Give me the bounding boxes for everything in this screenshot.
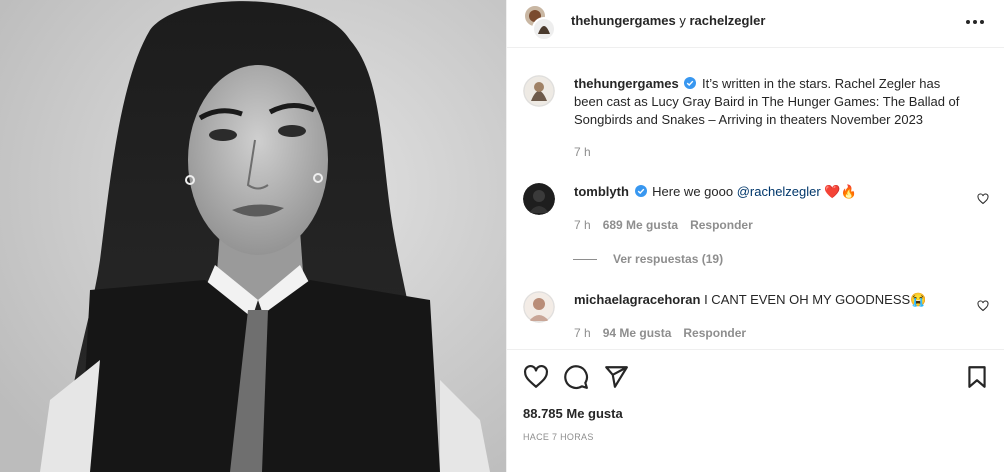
mention-link[interactable]: @rachelzegler — [737, 184, 821, 199]
comment-username[interactable]: tomblyth — [574, 184, 629, 199]
caption-text: thehungergames It’s written in the stars… — [574, 75, 961, 129]
comment-like-heart-icon[interactable] — [977, 193, 989, 205]
comment-time[interactable]: 7 h — [574, 218, 591, 232]
post-header: thehungergames y rachelzegler — [507, 0, 1004, 48]
post-actions: 88.785 Me gusta HACE 7 HORAS — [507, 349, 1004, 472]
authors-conjunction: y — [679, 13, 686, 28]
comment-meta: 7 h 94 Me gusta Responder — [574, 326, 746, 340]
portrait-photo — [0, 0, 506, 472]
author-username-1[interactable]: thehungergames — [571, 13, 676, 28]
post-photo[interactable] — [0, 0, 506, 472]
post-likes-count[interactable]: 88.785 Me gusta — [523, 406, 623, 421]
caption-username[interactable]: thehungergames — [574, 76, 679, 91]
comment-avatar[interactable] — [523, 183, 555, 215]
post-timestamp[interactable]: HACE 7 HORAS — [523, 432, 594, 442]
comment-avatar[interactable] — [523, 291, 555, 323]
comment-emoji: 😭 — [910, 292, 927, 307]
bookmark-icon[interactable] — [964, 364, 990, 390]
author-username-2[interactable]: rachelzegler — [690, 13, 766, 28]
post-detail-panel: thehungergames y rachelzegler thehungerg… — [506, 0, 1004, 472]
reply-button[interactable]: Responder — [683, 326, 746, 340]
view-replies-button[interactable]: Ver respuestas (19) — [573, 252, 723, 266]
verified-badge-icon — [634, 185, 647, 197]
comment-emoji: ❤️🔥 — [824, 184, 857, 199]
comment-likes[interactable]: 689 Me gusta — [603, 218, 678, 232]
reply-button[interactable]: Responder — [690, 218, 753, 232]
comment-item: tomblyth Here we gooo @rachelzegler ❤️🔥 … — [523, 183, 989, 243]
collab-avatar-stack[interactable] — [523, 4, 555, 42]
post-authors[interactable]: thehungergames y rachelzegler — [571, 13, 765, 28]
comment-item: michaelagracehoran I CANT EVEN OH MY GOO… — [523, 291, 989, 346]
comment-like-heart-icon[interactable] — [977, 300, 989, 312]
comment-text: michaelagracehoran I CANT EVEN OH MY GOO… — [574, 291, 961, 309]
caption-meta: 7 h — [574, 145, 591, 159]
comment-time[interactable]: 7 h — [574, 326, 591, 340]
comment-text: tomblyth Here we gooo @rachelzegler ❤️🔥 — [574, 183, 961, 201]
caption-avatar[interactable] — [523, 75, 555, 107]
comment-likes[interactable]: 94 Me gusta — [603, 326, 672, 340]
share-icon[interactable] — [603, 364, 629, 390]
comment-body: Here we gooo — [652, 184, 737, 199]
comment-meta: 7 h 689 Me gusta Responder — [574, 218, 753, 232]
comment-username[interactable]: michaelagracehoran — [574, 292, 700, 307]
caption-time[interactable]: 7 h — [574, 145, 591, 159]
more-options-icon[interactable] — [961, 10, 989, 34]
heart-icon[interactable] — [523, 364, 549, 390]
comment-body: I CANT EVEN OH MY GOODNESS — [704, 292, 911, 307]
post-caption: thehungergames It’s written in the stars… — [523, 75, 989, 165]
replies-divider-line — [573, 258, 597, 260]
verified-badge-icon — [684, 77, 697, 89]
comment-icon[interactable] — [563, 364, 589, 390]
view-replies-label: Ver respuestas (19) — [613, 252, 724, 266]
